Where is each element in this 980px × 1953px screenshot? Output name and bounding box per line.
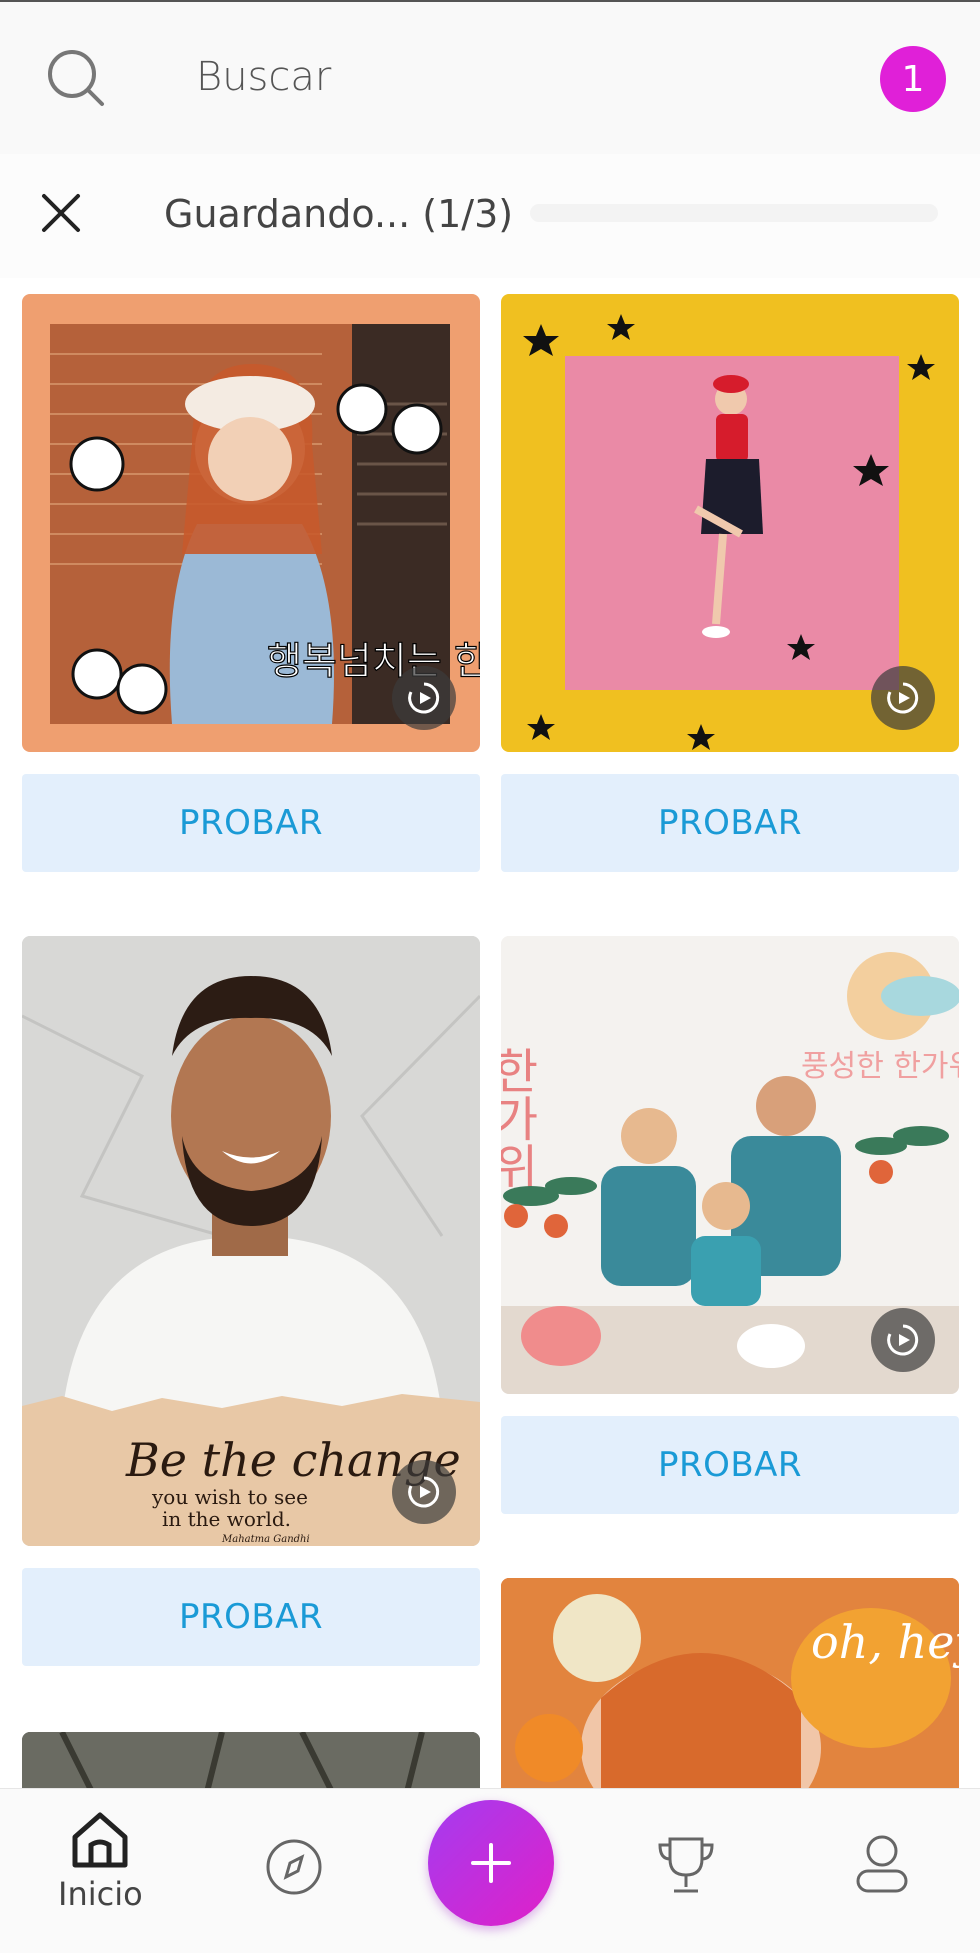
- saving-progress-bar: [530, 204, 938, 222]
- nav-profile[interactable]: [852, 1833, 912, 1895]
- template-image: oh, hey fall: [501, 1578, 959, 1798]
- trophy-icon: [658, 1837, 714, 1893]
- quote-author: Mahatma Gandhi: [221, 1534, 310, 1545]
- top-bar: Buscar 1: [0, 0, 980, 154]
- profile-icon: [856, 1835, 908, 1893]
- template-card[interactable]: Be the change you wish to see in the wor…: [22, 936, 480, 1546]
- nav-challenges[interactable]: [656, 1835, 716, 1895]
- try-button[interactable]: PROBAR: [22, 1568, 480, 1666]
- replay-icon[interactable]: [392, 1460, 456, 1524]
- saving-status: Guardando... (1/3): [164, 192, 514, 236]
- template-card[interactable]: oh, hey fall: [501, 1578, 959, 1798]
- nav-home-label: Inicio: [58, 1875, 143, 1913]
- try-button[interactable]: PROBAR: [501, 774, 959, 872]
- template-card[interactable]: 한가위 풍성한 한가위: [501, 936, 959, 1394]
- plus-icon: [471, 1843, 511, 1883]
- card-overlay-text: oh, hey fall: [811, 1615, 959, 1669]
- nav-explore[interactable]: [264, 1837, 324, 1897]
- replay-icon[interactable]: [871, 1308, 935, 1372]
- nav-home[interactable]: Inicio: [58, 1809, 143, 1913]
- try-button[interactable]: PROBAR: [22, 774, 480, 872]
- quote-line-2: in the world.: [162, 1507, 291, 1531]
- home-icon: [72, 1812, 128, 1868]
- create-button[interactable]: [428, 1800, 554, 1926]
- try-button[interactable]: PROBAR: [501, 1416, 959, 1514]
- search-icon[interactable]: [44, 46, 108, 110]
- quote-line-1: you wish to see: [151, 1485, 308, 1509]
- card-overlay-text-left: 한가위: [501, 1046, 539, 1190]
- template-card[interactable]: [501, 294, 959, 752]
- replay-icon[interactable]: [392, 666, 456, 730]
- replay-icon[interactable]: [871, 666, 935, 730]
- template-image: Be the change you wish to see in the wor…: [22, 936, 480, 1546]
- search-input[interactable]: Buscar: [196, 54, 331, 100]
- template-card[interactable]: 행복넘치는 한가위: [22, 294, 480, 752]
- close-icon[interactable]: [38, 190, 84, 236]
- notification-badge[interactable]: 1: [880, 46, 946, 112]
- card-overlay-text-right: 풍성한 한가위: [801, 1049, 959, 1084]
- compass-icon: [266, 1839, 322, 1895]
